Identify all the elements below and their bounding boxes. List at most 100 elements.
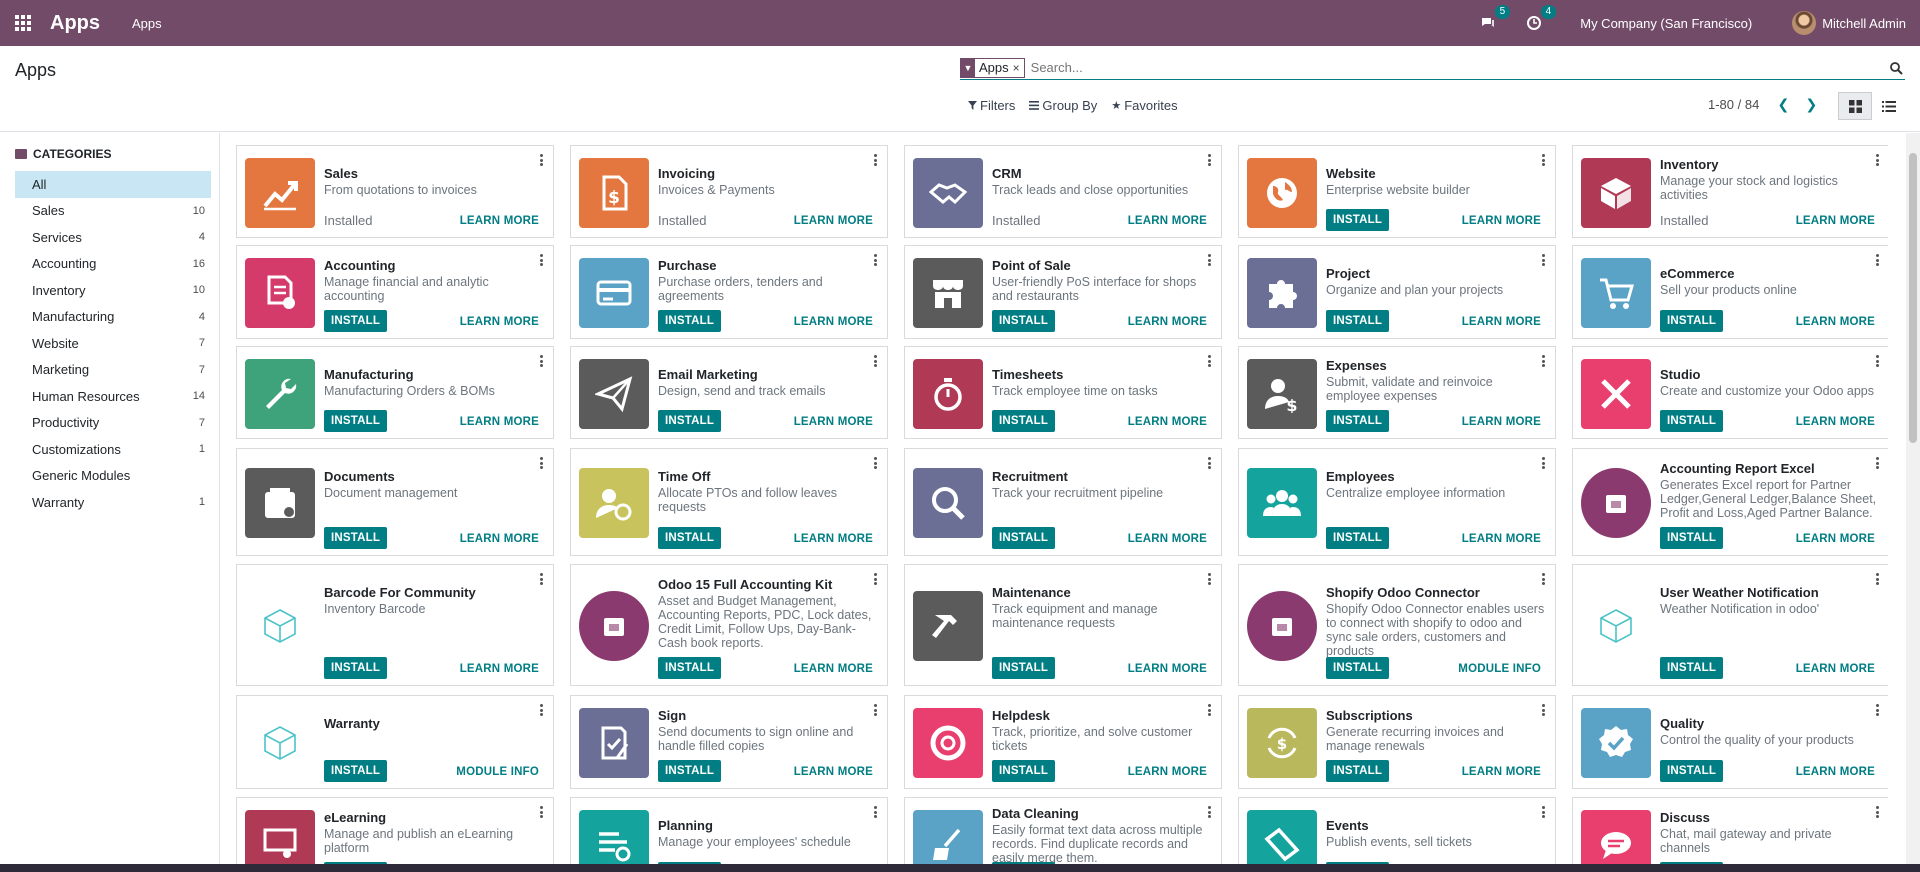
learn-more-link[interactable]: LEARN MORE [460,416,539,428]
app-card-planning[interactable]: PlanningManage your employees' scheduleI… [570,797,888,872]
card-menu-icon[interactable] [539,154,543,166]
card-menu-icon[interactable] [873,457,877,469]
learn-more-link[interactable]: LEARN MORE [1796,663,1875,675]
learn-more-link[interactable]: LEARN MORE [1128,215,1207,227]
pager-next-icon[interactable]: ❯ [1799,96,1823,113]
learn-more-link[interactable]: LEARN MORE [1796,215,1875,227]
search-icon[interactable] [1889,61,1903,75]
category-item-inventory[interactable]: Inventory 10 [15,277,211,304]
app-card-inventory[interactable]: Inventory Manage your stock and logistics… [1572,145,1888,238]
learn-more-link[interactable]: LEARN MORE [460,215,539,227]
card-menu-icon[interactable] [1207,355,1211,367]
app-card-expenses[interactable]: $ Expenses Submit, validate and reinvoice … [1238,346,1556,439]
chat-icon[interactable]: 5 [1478,5,1511,33]
category-item-services[interactable]: Services 4 [15,224,211,251]
card-menu-icon[interactable] [873,806,877,818]
install-button[interactable]: INSTALL [1326,527,1390,549]
install-button[interactable]: INSTALL [1660,310,1724,332]
app-card-crm[interactable]: CRM Track leads and close opportunities In… [904,145,1222,238]
learn-more-link[interactable]: LEARN MORE [1128,533,1207,545]
module-info-link[interactable]: MODULE INFO [1458,663,1541,675]
category-item-productivity[interactable]: Productivity 7 [15,410,211,437]
install-button[interactable]: INSTALL [1660,760,1724,782]
install-button[interactable]: INSTALL [992,410,1056,432]
category-item-customizations[interactable]: Customizations 1 [15,436,211,463]
card-menu-icon[interactable] [1875,355,1879,367]
app-card-documents[interactable]: Documents Document management INSTALL LEARN… [236,448,554,556]
learn-more-link[interactable]: LEARN MORE [794,766,873,778]
install-button[interactable]: INSTALL [992,760,1056,782]
card-menu-icon[interactable] [539,704,543,716]
category-item-manufacturing[interactable]: Manufacturing 4 [15,304,211,331]
install-button[interactable]: INSTALL [1660,410,1724,432]
card-menu-icon[interactable] [1207,573,1211,585]
learn-more-link[interactable]: LEARN MORE [1128,416,1207,428]
app-card-timesheets[interactable]: Timesheets Track employee time on tasks IN… [904,346,1222,439]
card-menu-icon[interactable] [873,154,877,166]
category-item-human-resources[interactable]: Human Resources 14 [15,383,211,410]
card-menu-icon[interactable] [1207,457,1211,469]
company-switcher[interactable]: My Company (San Francisco) [1580,16,1752,31]
install-button[interactable]: INSTALL [1660,527,1724,549]
card-menu-icon[interactable] [1541,457,1545,469]
app-card-purchase[interactable]: Purchase Purchase orders, tenders and agr… [570,245,888,339]
category-item-warranty[interactable]: Warranty 1 [15,489,211,516]
nav-menu-apps[interactable]: Apps [132,16,162,31]
app-card-time-off[interactable]: Time Off Allocate PTOs and follow leaves … [570,448,888,556]
category-item-sales[interactable]: Sales 10 [15,198,211,225]
app-card-accounting-report-excel[interactable]: Accounting Report Excel Generates Excel r… [1572,448,1888,556]
learn-more-link[interactable]: LEARN MORE [794,533,873,545]
learn-more-link[interactable]: LEARN MORE [1796,316,1875,328]
card-menu-icon[interactable] [1541,704,1545,716]
learn-more-link[interactable]: LEARN MORE [460,663,539,675]
card-menu-icon[interactable] [1541,355,1545,367]
card-menu-icon[interactable] [1541,154,1545,166]
card-menu-icon[interactable] [539,806,543,818]
app-card-odoo-15-full-accounting-kit[interactable]: Odoo 15 Full Accounting Kit Asset and Bud… [570,564,888,686]
app-card-manufacturing[interactable]: Manufacturing Manufacturing Orders & BOMs… [236,346,554,439]
learn-more-link[interactable]: LEARN MORE [1462,766,1541,778]
card-menu-icon[interactable] [873,355,877,367]
install-button[interactable]: INSTALL [992,657,1056,679]
app-card-helpdesk[interactable]: Helpdesk Track, prioritize, and solve cus… [904,695,1222,789]
install-button[interactable]: INSTALL [324,527,388,549]
app-card-subscriptions[interactable]: $ Subscriptions Generate recurring invoice… [1238,695,1556,789]
learn-more-link[interactable]: LEARN MORE [794,215,873,227]
app-card-quality[interactable]: Quality Control the quality of your produ… [1572,695,1888,789]
learn-more-link[interactable]: LEARN MORE [1128,316,1207,328]
learn-more-link[interactable]: LEARN MORE [460,533,539,545]
pager-previous-icon[interactable]: ❮ [1771,96,1795,113]
learn-more-link[interactable]: LEARN MORE [1462,316,1541,328]
app-card-invoicing[interactable]: $ Invoicing Invoices & Payments Installed LE… [570,145,888,238]
install-button[interactable]: INSTALL [1326,209,1390,231]
app-card-point-of-sale[interactable]: Point of Sale User-friendly PoS interface… [904,245,1222,339]
app-card-employees[interactable]: Employees Centralize employee information… [1238,448,1556,556]
user-menu[interactable]: Mitchell Admin [1822,16,1906,31]
install-button[interactable]: INSTALL [658,657,722,679]
category-item-all[interactable]: All [15,171,211,198]
app-menu-icon[interactable] [0,0,46,46]
favorites-button[interactable]: ★ Favorites [1111,98,1177,113]
card-menu-icon[interactable] [1207,154,1211,166]
learn-more-link[interactable]: LEARN MORE [1462,416,1541,428]
install-button[interactable]: INSTALL [324,657,388,679]
card-menu-icon[interactable] [873,704,877,716]
category-item-accounting[interactable]: Accounting 16 [15,251,211,278]
learn-more-link[interactable]: LEARN MORE [1128,663,1207,675]
scrollbar-thumb[interactable] [1909,153,1917,443]
card-menu-icon[interactable] [1875,806,1879,818]
install-button[interactable]: INSTALL [1326,410,1390,432]
learn-more-link[interactable]: LEARN MORE [794,416,873,428]
install-button[interactable]: INSTALL [1326,310,1390,332]
vertical-scrollbar[interactable] [1906,133,1920,872]
card-menu-icon[interactable] [539,355,543,367]
app-card-discuss[interactable]: Discuss Chat, mail gateway and private ch… [1572,797,1888,872]
learn-more-link[interactable]: LEARN MORE [1462,533,1541,545]
app-card-studio[interactable]: Studio Create and customize your Odoo app… [1572,346,1888,439]
learn-more-link[interactable]: LEARN MORE [1128,766,1207,778]
install-button[interactable]: INSTALL [1326,760,1390,782]
card-menu-icon[interactable] [1207,254,1211,266]
learn-more-link[interactable]: LEARN MORE [1796,533,1875,545]
app-card-website[interactable]: Website Enterprise website builder INSTALL… [1238,145,1556,238]
group-by-button[interactable]: Group By [1029,98,1097,113]
